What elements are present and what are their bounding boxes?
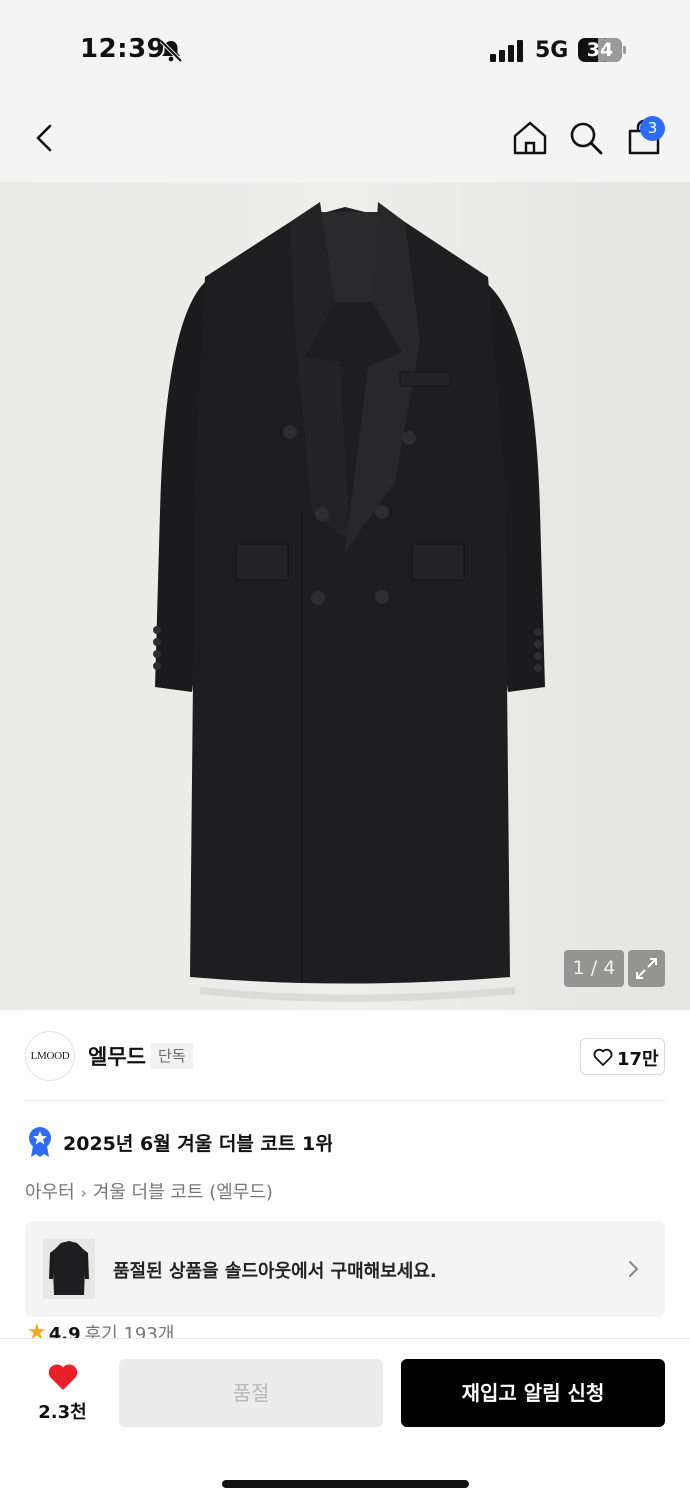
back-arrow-icon[interactable]	[26, 118, 66, 158]
breadcrumb-subcategory[interactable]: 겨울 더블 코트 (엘무드)	[93, 1178, 273, 1204]
battery-level: 34	[586, 39, 614, 61]
banner-thumbnail	[43, 1239, 95, 1299]
product-image[interactable]	[0, 182, 690, 1010]
expand-icon	[636, 958, 657, 979]
search-icon[interactable]	[566, 118, 606, 158]
status-time: 12:39	[80, 34, 166, 64]
image-counter: 1 / 4	[564, 950, 624, 987]
breadcrumb: 아우터 › 겨울 더블 코트 (엘무드)	[25, 1178, 273, 1204]
expand-image-button[interactable]	[628, 950, 665, 987]
brand-like-button[interactable]: 17만	[580, 1038, 665, 1075]
soldout-banner-text: 품절된 상품을 솔드아웃에서 구매해보세요.	[113, 1261, 437, 1282]
exclusive-tag: 단독	[151, 1043, 193, 1069]
soldout-button[interactable]: 품절	[119, 1359, 383, 1427]
bell-off-icon	[159, 39, 183, 63]
top-navigation	[0, 100, 690, 182]
heart-filled-icon	[48, 1364, 78, 1390]
chevron-right-icon: ›	[327, 1133, 334, 1152]
wishlist-button[interactable]: 2.3천	[25, 1362, 100, 1423]
signal-icon	[490, 40, 523, 62]
breadcrumb-category[interactable]: 아우터	[25, 1178, 75, 1204]
status-bar: 12:39 5G 34	[0, 0, 690, 100]
heart-outline-icon	[593, 1048, 613, 1066]
chevron-right-icon: ›	[80, 1184, 87, 1202]
section-divider	[25, 1100, 665, 1101]
soldout-banner[interactable]: 품절된 상품을 솔드아웃에서 구매해보세요.	[25, 1221, 665, 1317]
restock-alert-button[interactable]: 재입고 알림 신청	[401, 1359, 665, 1427]
coat-photo	[0, 182, 690, 1010]
brand-name[interactable]: 엘무드	[88, 1041, 146, 1071]
brand-logo[interactable]: LMOOD	[25, 1031, 75, 1081]
home-icon[interactable]	[510, 118, 550, 158]
cart-count-badge: 3	[640, 116, 665, 141]
network-type: 5G	[535, 38, 569, 63]
ranking-badge-icon	[29, 1127, 51, 1157]
wishlist-count: 2.3천	[38, 1402, 87, 1423]
brand-like-count: 17만	[617, 1049, 659, 1070]
home-indicator	[222, 1480, 469, 1488]
ranking-text: 2025년 6월 겨울 더블 코트 1위	[63, 1133, 333, 1155]
chevron-right-icon	[629, 1261, 638, 1277]
